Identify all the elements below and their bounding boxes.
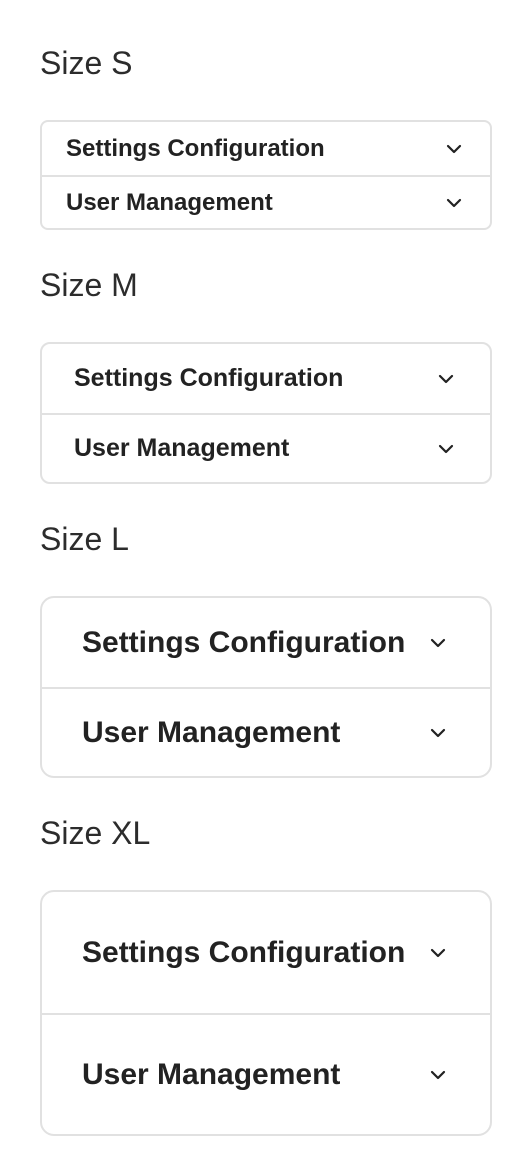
accordion-item-label: User Management bbox=[82, 1057, 341, 1091]
chevron-down-icon bbox=[428, 1065, 448, 1085]
accordion-item-settings-configuration[interactable]: Settings Configuration bbox=[42, 598, 490, 687]
accordion-item-user-management[interactable]: User Management bbox=[42, 413, 490, 482]
section-title-size-l: Size L bbox=[40, 521, 129, 557]
section-title-size-s: Size S bbox=[40, 45, 133, 81]
accordion-item-settings-configuration[interactable]: Settings Configuration bbox=[42, 122, 490, 175]
accordion-item-label: Settings Configuration bbox=[82, 935, 406, 969]
chevron-down-icon bbox=[428, 943, 448, 963]
chevron-down-icon bbox=[428, 633, 448, 653]
chevron-down-icon bbox=[436, 439, 456, 459]
accordion-item-settings-configuration[interactable]: Settings Configuration bbox=[42, 344, 490, 413]
chevron-down-icon bbox=[444, 139, 464, 159]
accordion-size-l: Settings Configuration User Management bbox=[40, 596, 492, 778]
section-title-size-xl: Size XL bbox=[40, 815, 151, 851]
accordion-item-label: Settings Configuration bbox=[74, 364, 344, 392]
section-title-size-m: Size M bbox=[40, 267, 138, 303]
accordion-item-user-management[interactable]: User Management bbox=[42, 687, 490, 776]
accordion-item-label: User Management bbox=[82, 715, 341, 749]
accordion-item-label: Settings Configuration bbox=[82, 625, 406, 659]
accordion-item-label: Settings Configuration bbox=[66, 134, 325, 162]
accordion-item-user-management[interactable]: User Management bbox=[42, 175, 490, 228]
accordion-size-xl: Settings Configuration User Management bbox=[40, 890, 492, 1136]
accordion-item-settings-configuration[interactable]: Settings Configuration bbox=[42, 892, 490, 1013]
accordion-size-s: Settings Configuration User Management bbox=[40, 120, 492, 230]
accordion-item-user-management[interactable]: User Management bbox=[42, 1013, 490, 1134]
accordion-size-m: Settings Configuration User Management bbox=[40, 342, 492, 484]
chevron-down-icon bbox=[428, 723, 448, 743]
chevron-down-icon bbox=[444, 193, 464, 213]
chevron-down-icon bbox=[436, 369, 456, 389]
accordion-item-label: User Management bbox=[66, 188, 273, 216]
accordion-item-label: User Management bbox=[74, 434, 290, 462]
